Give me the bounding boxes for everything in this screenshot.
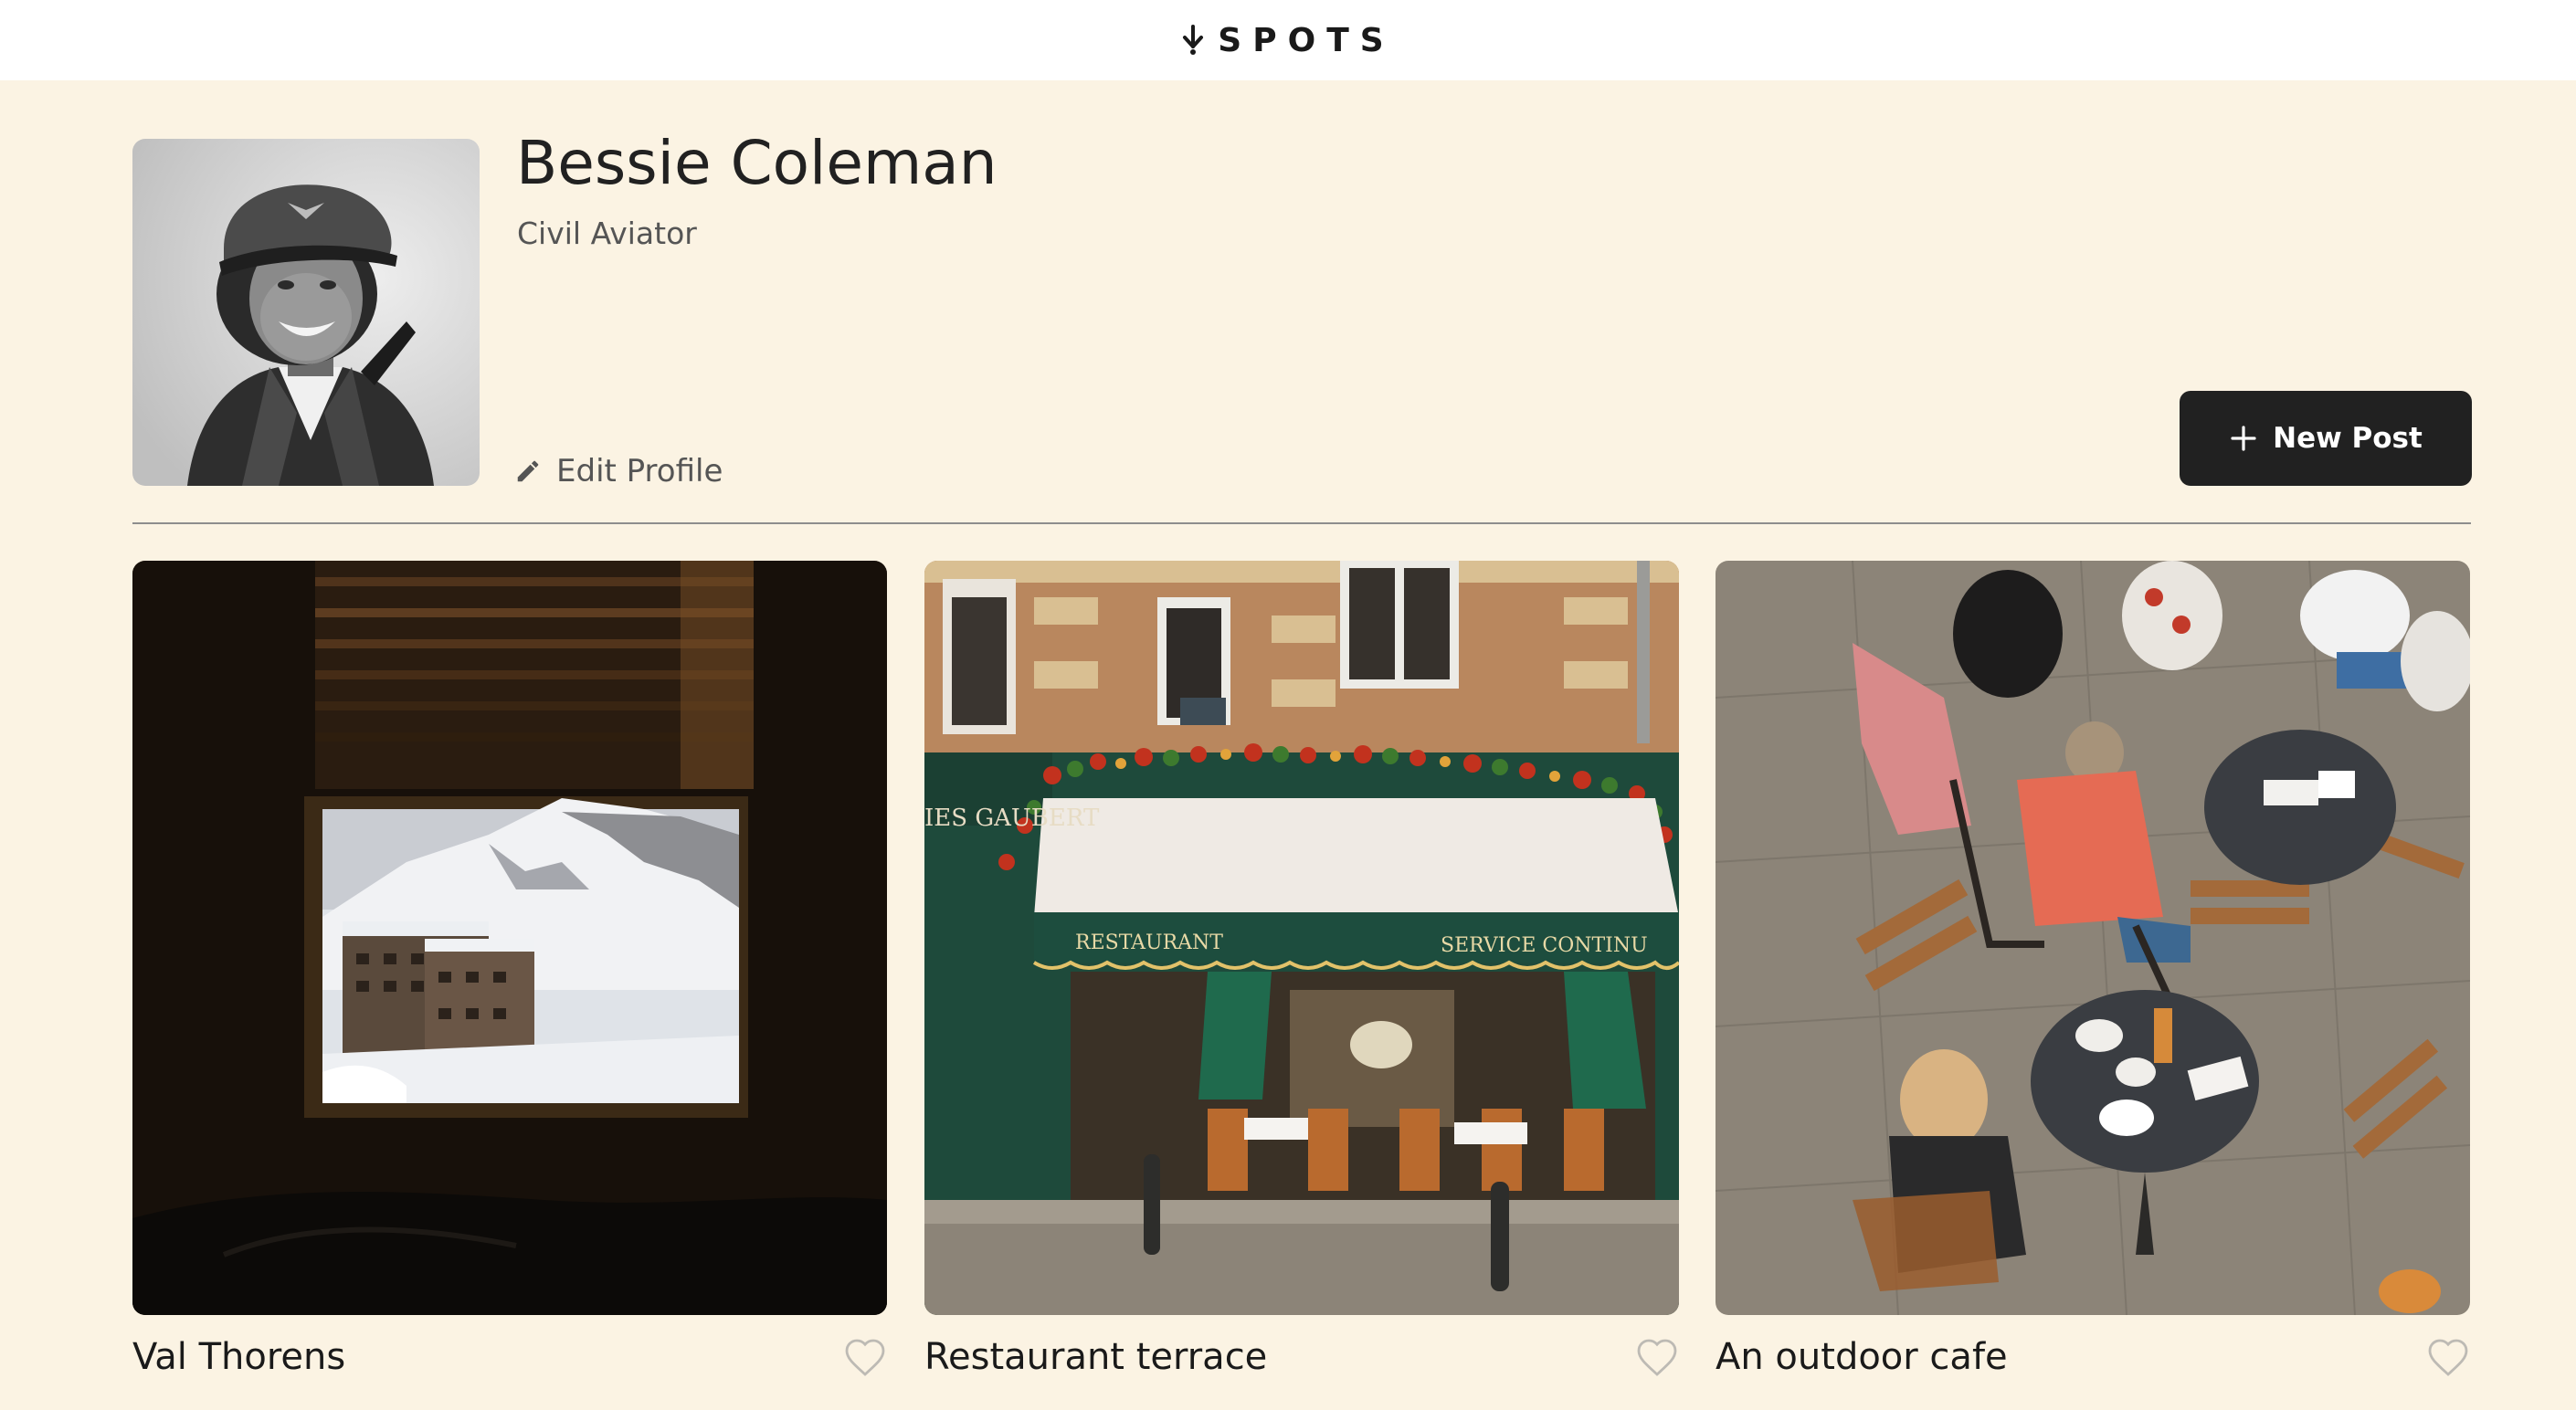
card-outdoor-cafe: An outdoor cafe bbox=[1716, 561, 2470, 1379]
heart-icon[interactable] bbox=[843, 1337, 887, 1377]
profile-name: Bessie Coleman bbox=[516, 128, 998, 198]
heart-icon[interactable] bbox=[1635, 1337, 1679, 1377]
card-footer: Restaurant terrace bbox=[924, 1335, 1679, 1379]
card-image[interactable] bbox=[132, 561, 887, 1315]
card-footer: An outdoor cafe bbox=[1716, 1335, 2470, 1379]
svg-text:SERVICE CONTINU: SERVICE CONTINU bbox=[1441, 934, 1648, 957]
svg-text:RESTAURANT: RESTAURANT bbox=[1075, 931, 1223, 954]
card-val-thorens: Val Thorens bbox=[132, 561, 887, 1379]
edit-profile-button[interactable]: Edit Profile bbox=[514, 451, 723, 491]
profile-description: Civil Aviator bbox=[517, 216, 697, 251]
new-post-button[interactable]: New Post bbox=[2180, 391, 2472, 486]
card-image[interactable] bbox=[1716, 561, 2470, 1315]
card-restaurant-terrace: RESTAURANT SERVICE CONTINU IES GAUBERT R… bbox=[924, 561, 1679, 1379]
heart-icon[interactable] bbox=[2426, 1337, 2470, 1377]
svg-text:IES GAUBERT: IES GAUBERT bbox=[924, 805, 1100, 832]
avatar bbox=[132, 139, 480, 486]
profile-divider bbox=[132, 522, 2471, 524]
plus-icon bbox=[2231, 426, 2256, 451]
card-footer: Val Thorens bbox=[132, 1335, 887, 1379]
pencil-icon bbox=[517, 460, 539, 482]
logo-text: SPOTS bbox=[1218, 21, 1395, 59]
card-image[interactable]: RESTAURANT SERVICE CONTINU IES GAUBERT bbox=[924, 561, 1679, 1315]
edit-profile-label: Edit Profile bbox=[556, 453, 723, 489]
new-post-label: New Post bbox=[2273, 422, 2423, 455]
card-title: An outdoor cafe bbox=[1716, 1336, 2008, 1378]
card-title: Restaurant terrace bbox=[924, 1336, 1268, 1378]
logo[interactable]: SPOTS bbox=[1181, 22, 1394, 59]
spots-logo-icon bbox=[1183, 25, 1204, 55]
top-header: SPOTS bbox=[0, 0, 2576, 80]
card-title: Val Thorens bbox=[132, 1336, 346, 1378]
